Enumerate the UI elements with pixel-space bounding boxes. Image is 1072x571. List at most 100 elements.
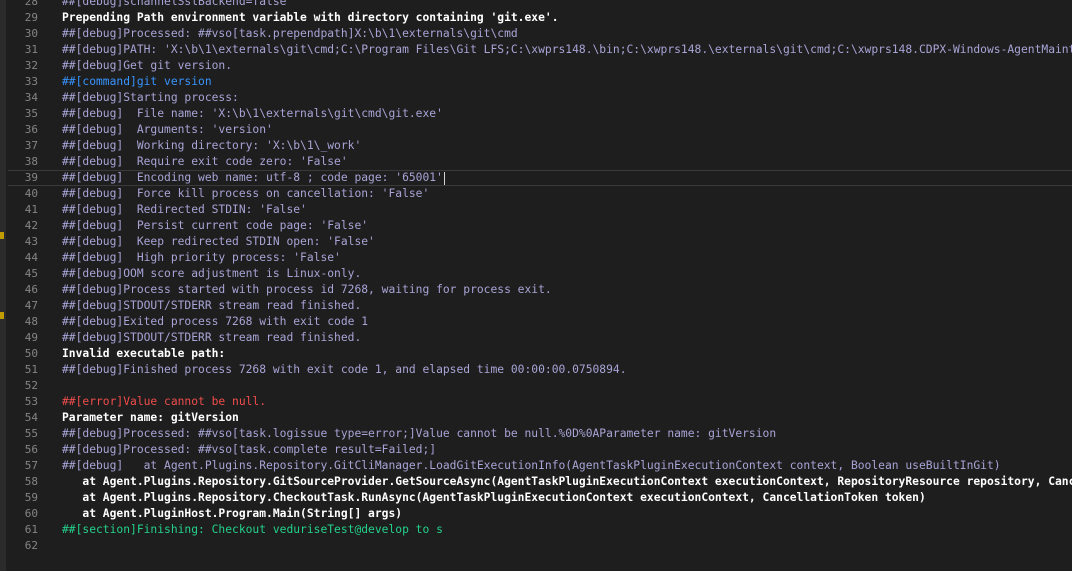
line-number: 57	[24, 459, 38, 472]
log-line[interactable]: 57 ##[debug] at Agent.Plugins.Repository.…	[8, 458, 1072, 474]
log-line[interactable]: 41 ##[debug] Redirected STDIN: 'False'	[8, 202, 1072, 218]
line-number: 50	[24, 347, 38, 360]
line-number: 31	[24, 43, 38, 56]
log-text: ##[debug]Processed: ##vso[task.complete …	[62, 443, 437, 456]
log-line[interactable]: 30 ##[debug]Processed: ##vso[task.prepend…	[8, 26, 1072, 42]
line-number: 32	[24, 59, 38, 72]
log-line[interactable]: 52	[8, 378, 1072, 394]
log-text: ##[debug] at Agent.Plugins.Repository.Gi…	[62, 459, 1001, 472]
line-number: 39	[24, 171, 38, 184]
line-number: 62	[24, 539, 38, 552]
line-number: 45	[24, 267, 38, 280]
line-number: 47	[24, 299, 38, 312]
log-line[interactable]: 49 ##[debug]STDOUT/STDERR stream read fin…	[8, 330, 1072, 346]
log-line[interactable]: 51 ##[debug]Finished process 7268 with ex…	[8, 362, 1072, 378]
line-number: 34	[24, 91, 38, 104]
log-text: ##[section]Finishing: Checkout veduriseT…	[62, 523, 443, 536]
log-text: ##[debug]Exited process 7268 with exit c…	[62, 315, 369, 328]
log-text: Parameter name: gitVersion	[62, 411, 239, 424]
log-text: ##[debug] Arguments: 'version'	[62, 123, 273, 136]
line-number: 43	[24, 235, 38, 248]
log-text: ##[debug]PATH: 'X:\b\1\externals\git\cmd…	[62, 43, 1072, 56]
log-text: at Agent.Plugins.Repository.CheckoutTask…	[62, 491, 926, 504]
line-number: 51	[24, 363, 38, 376]
log-text: ##[debug] Keep redirected STDIN open: 'F…	[62, 235, 375, 248]
log-text: Invalid executable path:	[62, 347, 226, 360]
text-caret	[443, 171, 445, 185]
log-text: ##[debug] Force kill process on cancella…	[62, 187, 430, 200]
log-text: ##[debug]STDOUT/STDERR stream read finis…	[62, 331, 362, 344]
log-text: ##[debug]Get git version.	[62, 59, 233, 72]
line-number: 30	[24, 27, 38, 40]
log-text: ##[debug] Persist current code page: 'Fa…	[62, 219, 369, 232]
log-text: ##[error]Value cannot be null.	[62, 395, 267, 408]
line-number: 40	[24, 187, 38, 200]
left-edge-marker	[0, 312, 4, 319]
log-text: at Agent.PluginHost.Program.Main(String[…	[62, 507, 403, 520]
left-edge-marker	[0, 232, 4, 239]
log-line[interactable]: 50 Invalid executable path:	[8, 346, 1072, 362]
log-line[interactable]: 35 ##[debug] File name: 'X:\b\1\externals…	[8, 106, 1072, 122]
log-line[interactable]: 43 ##[debug] Keep redirected STDIN open: …	[8, 234, 1072, 250]
log-line[interactable]: 62	[8, 538, 1072, 554]
line-number: 41	[24, 203, 38, 216]
line-number: 33	[24, 75, 38, 88]
log-line[interactable]: 29 Prepending Path environment variable w…	[8, 10, 1072, 26]
log-viewer[interactable]: 28 ##[debug]schannelSslBackend=false 29 Pre…	[8, 0, 1072, 554]
log-line[interactable]: 37 ##[debug] Working directory: 'X:\b\1\_…	[8, 138, 1072, 154]
line-number: 59	[24, 491, 38, 504]
log-line[interactable]: 45 ##[debug]OOM score adjustment is Linux…	[8, 266, 1072, 282]
line-number: 42	[24, 219, 38, 232]
log-line[interactable]: 60 at Agent.PluginHost.Program.Main(Stri…	[8, 506, 1072, 522]
log-text: ##[debug] High priority process: 'False'	[62, 251, 341, 264]
log-text: ##[debug] Redirected STDIN: 'False'	[62, 203, 307, 216]
log-line[interactable]: 56 ##[debug]Processed: ##vso[task.complet…	[8, 442, 1072, 458]
log-line[interactable]: 44 ##[debug] High priority process: 'Fals…	[8, 250, 1072, 266]
line-number: 28	[24, 0, 38, 8]
log-line[interactable]: 36 ##[debug] Arguments: 'version'	[8, 122, 1072, 138]
line-number: 54	[24, 411, 38, 424]
log-text: at Agent.Plugins.Repository.GitSourcePro…	[62, 475, 1072, 488]
line-number: 36	[24, 123, 38, 136]
log-line[interactable]: 47 ##[debug]STDOUT/STDERR stream read fin…	[8, 298, 1072, 314]
log-line[interactable]: 32 ##[debug]Get git version.	[8, 58, 1072, 74]
log-line[interactable]: 58 at Agent.Plugins.Repository.GitSource…	[8, 474, 1072, 490]
log-text: ##[debug]STDOUT/STDERR stream read finis…	[62, 299, 362, 312]
log-line[interactable]: 54 Parameter name: gitVersion	[8, 410, 1072, 426]
log-text: ##[debug]OOM score adjustment is Linux-o…	[62, 267, 362, 280]
log-text: ##[debug] File name: 'X:\b\1\externals\g…	[62, 107, 443, 120]
log-line[interactable]: 59 at Agent.Plugins.Repository.CheckoutT…	[8, 490, 1072, 506]
log-line[interactable]: 39 ##[debug] Encoding web name: utf-8 ; c…	[8, 170, 1072, 186]
line-number: 46	[24, 283, 38, 296]
log-line[interactable]: 53 ##[error]Value cannot be null.	[8, 394, 1072, 410]
log-text: ##[command]git version	[62, 75, 212, 88]
line-number: 49	[24, 331, 38, 344]
log-text: ##[debug]Processed: ##vso[task.logissue …	[62, 427, 777, 440]
line-number: 53	[24, 395, 38, 408]
line-number: 38	[24, 155, 38, 168]
log-line[interactable]: 46 ##[debug]Process started with process …	[8, 282, 1072, 298]
log-text: ##[debug] Working directory: 'X:\b\1\_wo…	[62, 139, 362, 152]
log-line[interactable]: 33 ##[command]git version	[8, 74, 1072, 90]
log-text: ##[debug]schannelSslBackend=false	[62, 0, 287, 8]
line-number: 58	[24, 475, 38, 488]
log-line[interactable]: 55 ##[debug]Processed: ##vso[task.logissu…	[8, 426, 1072, 442]
line-number: 61	[24, 523, 38, 536]
line-number: 55	[24, 427, 38, 440]
log-line[interactable]: 61 ##[section]Finishing: Checkout veduris…	[8, 522, 1072, 538]
log-line[interactable]: 38 ##[debug] Require exit code zero: 'Fal…	[8, 154, 1072, 170]
log-line[interactable]: 40 ##[debug] Force kill process on cancel…	[8, 186, 1072, 202]
line-number: 29	[24, 11, 38, 24]
log-text: ##[debug] Require exit code zero: 'False…	[62, 155, 348, 168]
line-number: 37	[24, 139, 38, 152]
log-line[interactable]: 34 ##[debug]Starting process:	[8, 90, 1072, 106]
log-text: Prepending Path environment variable wit…	[62, 11, 559, 24]
line-number: 48	[24, 315, 38, 328]
log-line[interactable]: 42 ##[debug] Persist current code page: '…	[8, 218, 1072, 234]
log-line[interactable]: 31 ##[debug]PATH: 'X:\b\1\externals\git\c…	[8, 42, 1072, 58]
line-number: 56	[24, 443, 38, 456]
log-line[interactable]: 48 ##[debug]Exited process 7268 with exit…	[8, 314, 1072, 330]
log-line[interactable]: 28 ##[debug]schannelSslBackend=false	[8, 0, 1072, 10]
log-text: ##[debug]Starting process:	[62, 91, 239, 104]
line-number: 60	[24, 507, 38, 520]
